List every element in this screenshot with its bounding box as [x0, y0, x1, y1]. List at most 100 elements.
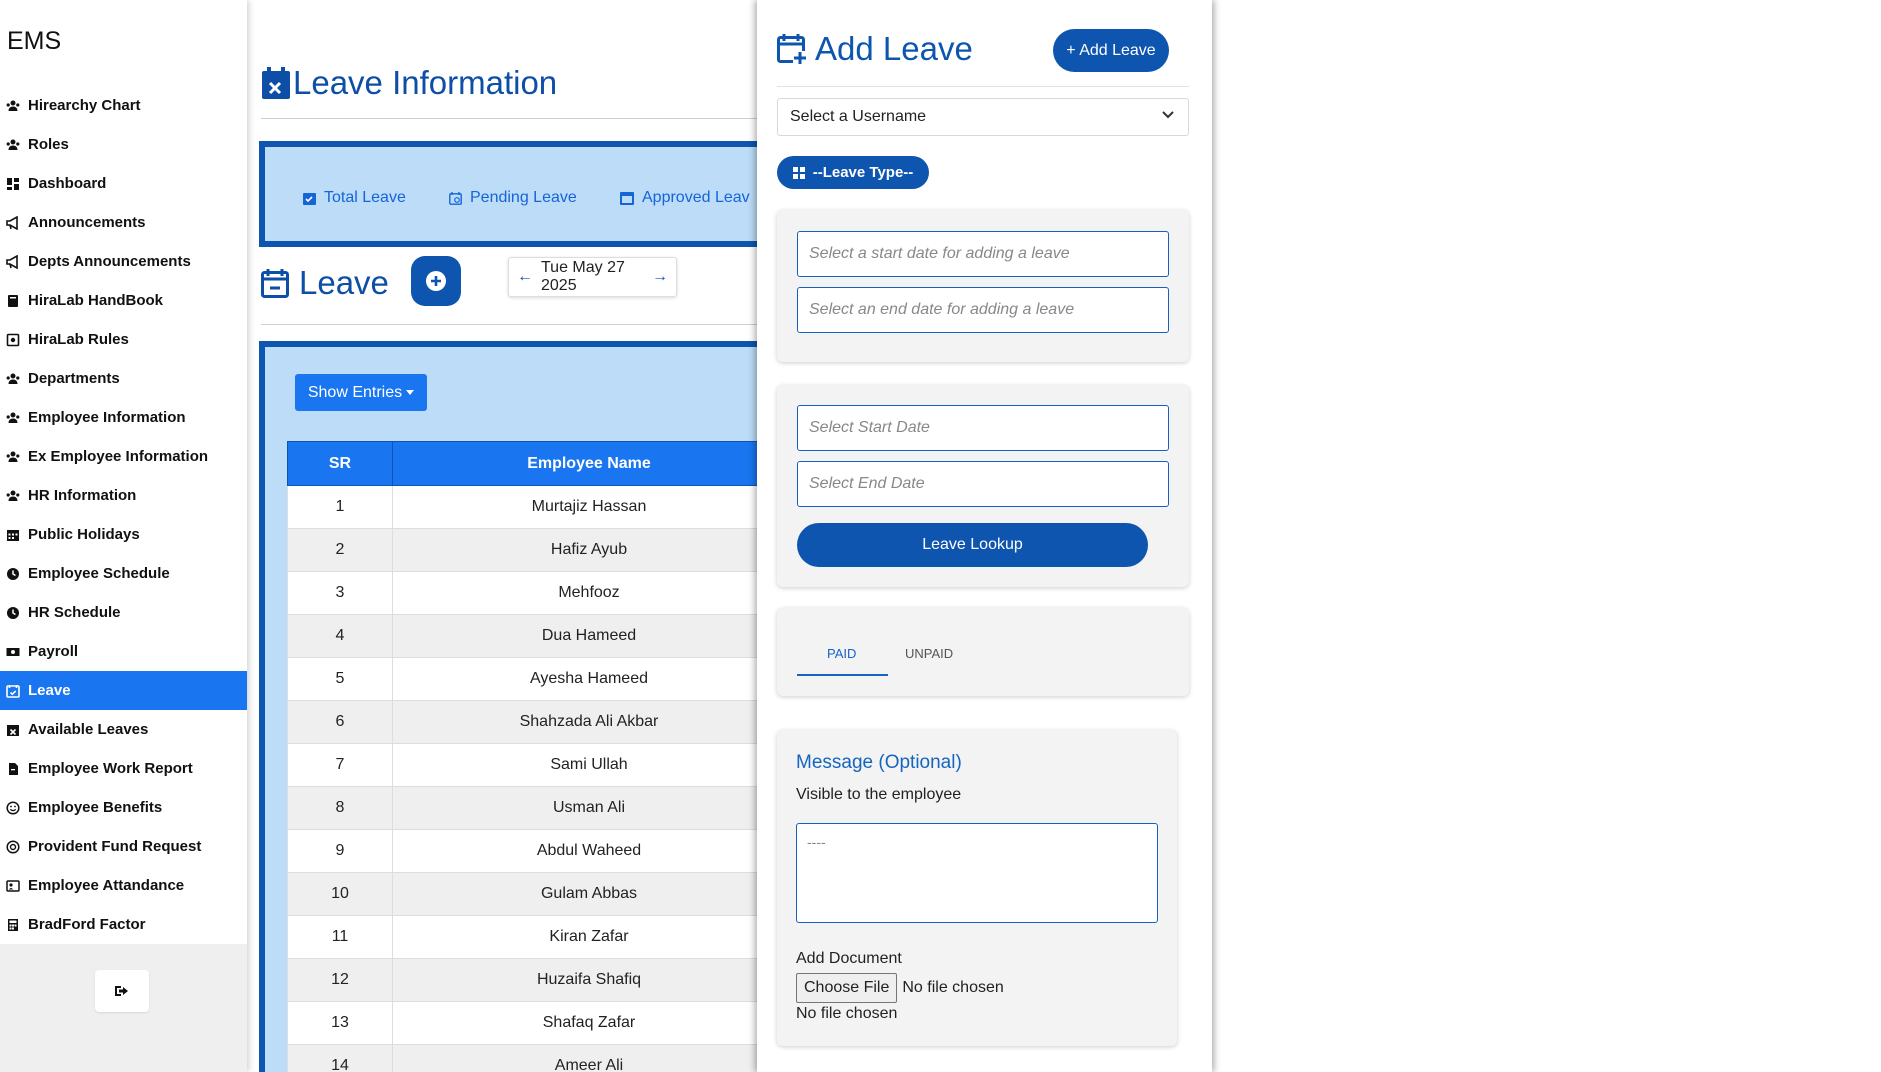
- sidebar-item-label: Leave: [28, 682, 71, 699]
- table-row[interactable]: 10 Gulam Abbas: [287, 872, 757, 916]
- prev-date-arrow-icon[interactable]: ←: [517, 268, 533, 286]
- sidebar-item-employee-schedule[interactable]: Employee Schedule: [0, 554, 247, 593]
- next-date-arrow-icon[interactable]: →: [652, 268, 668, 286]
- sidebar-item-provident-fund-request[interactable]: Provident Fund Request: [0, 827, 247, 866]
- sidebar-item-roles[interactable]: Roles: [0, 125, 247, 164]
- calendar-plus-icon: [777, 34, 807, 65]
- sidebar-item-ex-employee-information[interactable]: Ex Employee Information: [0, 437, 247, 476]
- sidebar-item-employee-information[interactable]: Employee Information: [0, 398, 247, 437]
- paid-type-card: PAID UNPAID: [777, 608, 1189, 696]
- calendar-x-icon: [5, 722, 20, 737]
- table-row[interactable]: 5 Ayesha Hameed: [287, 657, 757, 701]
- choose-file-button[interactable]: Choose File: [796, 973, 898, 1003]
- sidebar-item-available-leaves[interactable]: Available Leaves: [0, 710, 247, 749]
- divider: [777, 86, 1189, 87]
- sidebar-item-depts-announcements[interactable]: Depts Announcements: [0, 242, 247, 281]
- table-row[interactable]: 3 Mehfooz: [287, 571, 757, 615]
- sidebar-item-label: Payroll: [28, 643, 79, 660]
- sidebar-item-departments[interactable]: Departments: [0, 359, 247, 398]
- table-row[interactable]: 12 Huzaifa Shafiq: [287, 958, 757, 1002]
- add-leave-button[interactable]: + Add Leave: [1053, 29, 1169, 72]
- add-dates-card: Select a start date for adding a leave S…: [777, 210, 1189, 362]
- cell-sr: 12: [287, 958, 393, 1002]
- megaphone-icon: [5, 254, 20, 269]
- leave-lookup-button[interactable]: Leave Lookup: [797, 523, 1148, 567]
- sidebar-item-announcements[interactable]: Announcements: [0, 203, 247, 242]
- sidebar-item-hirearchy-chart[interactable]: Hirearchy Chart: [0, 86, 247, 125]
- tab-paid[interactable]: PAID: [827, 646, 856, 661]
- sidebar-item-hr-schedule[interactable]: HR Schedule: [0, 593, 247, 632]
- username-select[interactable]: Select a Username: [777, 98, 1189, 136]
- message-title: Message (Optional): [796, 752, 962, 773]
- calendar-x-icon: [262, 67, 290, 99]
- cell-sr: 4: [287, 614, 393, 658]
- sidebar-item-hiralab-rules[interactable]: HiraLab Rules: [0, 320, 247, 359]
- megaphone-icon: [5, 215, 20, 230]
- stat-pending-leave[interactable]: Pending Leave: [449, 189, 577, 207]
- sidebar-item-dashboard[interactable]: Dashboard: [0, 164, 247, 203]
- sidebar-item-hiralab-handbook[interactable]: HiraLab HandBook: [0, 281, 247, 320]
- add-leave-circle-button[interactable]: [411, 256, 461, 306]
- table-row[interactable]: 13 Shafaq Zafar: [287, 1001, 757, 1045]
- table-header-row: SR Employee Name: [287, 441, 757, 486]
- end-date-input[interactable]: Select an end date for adding a leave: [797, 287, 1169, 333]
- cell-sr: 10: [287, 872, 393, 916]
- sidebar-item-label: Employee Work Report: [28, 760, 193, 777]
- sidebar-item-employee-work-report[interactable]: Employee Work Report: [0, 749, 247, 788]
- sidebar: EMS Hirearchy Chart Roles Dashboard Announc…: [0, 0, 247, 1072]
- message-subtitle: Visible to the employee: [796, 786, 962, 803]
- cell-sr: 7: [287, 743, 393, 787]
- table-row[interactable]: 4 Dua Hameed: [287, 614, 757, 658]
- show-entries-dropdown[interactable]: Show Entries: [295, 374, 427, 411]
- sidebar-item-employee-attandance[interactable]: Employee Attandance: [0, 866, 247, 905]
- column-header-employee-name[interactable]: Employee Name: [392, 441, 757, 486]
- sidebar-item-label: Announcements: [28, 214, 146, 231]
- calendar-minus-icon: [261, 269, 289, 298]
- tab-unpaid[interactable]: UNPAID: [905, 646, 953, 661]
- logout-icon: [115, 986, 128, 996]
- message-textarea[interactable]: ----: [796, 823, 1158, 923]
- table-row[interactable]: 14 Ameer Ali: [287, 1044, 757, 1072]
- sidebar-item-bradford-factor[interactable]: BradFord Factor: [0, 905, 247, 944]
- file-status: No file chosen: [796, 1005, 898, 1022]
- users-icon: [5, 137, 20, 152]
- lookup-start-date-input[interactable]: Select Start Date: [797, 405, 1169, 451]
- table-row[interactable]: 11 Kiran Zafar: [287, 915, 757, 959]
- cell-employee-name: Kiran Zafar: [392, 915, 757, 959]
- table-row[interactable]: 9 Abdul Waheed: [287, 829, 757, 873]
- sidebar-item-label: HR Information: [28, 487, 137, 504]
- stat-total-leave[interactable]: Total Leave: [303, 189, 406, 207]
- sidebar-item-public-holidays[interactable]: Public Holidays: [0, 515, 247, 554]
- table-row[interactable]: 1 Murtajiz Hassan: [287, 485, 757, 529]
- stats-box: Total Leave Pending Leave Approved Leav: [259, 141, 757, 247]
- table-row[interactable]: 8 Usman Ali: [287, 786, 757, 830]
- cell-employee-name: Abdul Waheed: [392, 829, 757, 873]
- users-icon: [5, 488, 20, 503]
- file-input: Choose File No file chosen: [796, 973, 1004, 1003]
- table-row[interactable]: 7 Sami Ullah: [287, 743, 757, 787]
- cell-employee-name: Murtajiz Hassan: [392, 485, 757, 529]
- users-icon: [5, 371, 20, 386]
- brand-logo[interactable]: EMS: [7, 27, 61, 56]
- sidebar-item-payroll[interactable]: Payroll: [0, 632, 247, 671]
- cell-employee-name: Ayesha Hameed: [392, 657, 757, 701]
- table-row[interactable]: 6 Shahzada Ali Akbar: [287, 700, 757, 744]
- users-icon: [5, 449, 20, 464]
- table-row[interactable]: 2 Hafiz Ayub: [287, 528, 757, 572]
- start-date-input[interactable]: Select a start date for adding a leave: [797, 231, 1169, 277]
- logout-button[interactable]: [95, 970, 149, 1012]
- sidebar-item-label: BradFord Factor: [28, 916, 146, 933]
- sidebar-item-hr-information[interactable]: HR Information: [0, 476, 247, 515]
- cell-sr: 5: [287, 657, 393, 701]
- sidebar-item-leave[interactable]: Leave: [0, 671, 247, 710]
- cell-employee-name: Dua Hameed: [392, 614, 757, 658]
- cell-sr: 2: [287, 528, 393, 572]
- add-leave-panel: Add Leave + Add Leave Select a Username …: [757, 0, 1212, 1072]
- cell-sr: 8: [287, 786, 393, 830]
- add-document-label: Add Document: [796, 950, 902, 967]
- leave-type-dropdown[interactable]: --Leave Type--: [777, 156, 929, 189]
- column-header-sr[interactable]: SR: [287, 441, 393, 486]
- sidebar-item-employee-benefits[interactable]: Employee Benefits: [0, 788, 247, 827]
- stat-approved-leave[interactable]: Approved Leav: [620, 189, 750, 207]
- lookup-end-date-input[interactable]: Select End Date: [797, 461, 1169, 507]
